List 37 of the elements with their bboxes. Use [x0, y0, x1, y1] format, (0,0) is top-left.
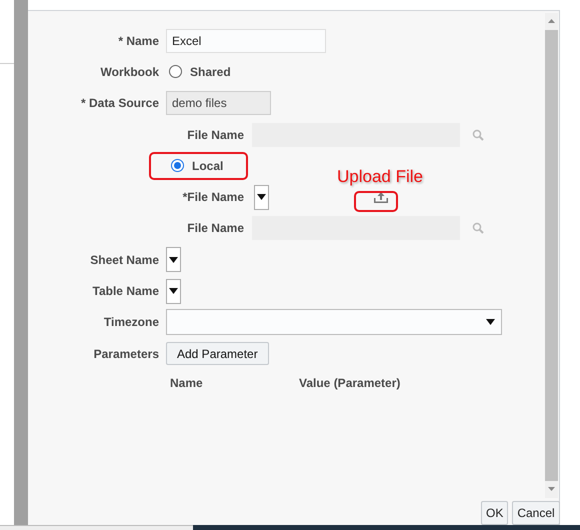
field-label: Table Name — [92, 283, 159, 300]
upload-button[interactable] — [373, 191, 389, 204]
dialog-button[interactable]: OK — [481, 501, 508, 525]
data-source-field: demo files — [166, 91, 271, 116]
upload-icon — [374, 192, 388, 204]
caret-icon — [486, 319, 495, 326]
field-label: Workbook — [100, 64, 159, 81]
field-label: *File Name — [182, 189, 244, 206]
column-header: Value (Parameter) — [299, 375, 400, 392]
name-field[interactable]: Excel — [166, 28, 326, 53]
field-label: * Name — [118, 32, 159, 50]
field-label: * Data Source — [80, 95, 159, 112]
dropdown[interactable] — [166, 247, 181, 272]
radio-button[interactable] — [169, 65, 182, 78]
scroll-up-icon[interactable] — [548, 19, 555, 23]
dropdown[interactable] — [254, 184, 269, 210]
timezone-select[interactable] — [166, 309, 502, 336]
caret-icon — [257, 194, 266, 200]
dropdown[interactable] — [166, 278, 181, 304]
field-label: File Name — [187, 126, 244, 144]
callout-label: Upload File — [337, 166, 423, 188]
radio-label: Local — [192, 158, 224, 175]
field-label: Parameters — [94, 346, 159, 363]
scroll-down-icon[interactable] — [548, 487, 555, 491]
field-label: File Name — [187, 220, 244, 238]
highlight-frame — [354, 191, 398, 212]
search-icon[interactable] — [472, 128, 484, 141]
search-icon[interactable] — [472, 222, 484, 234]
caret-icon — [169, 256, 178, 263]
dialog-button[interactable]: Cancel — [512, 501, 560, 525]
radio-label: Shared — [190, 64, 231, 81]
add-parameter-button[interactable]: Add Parameter — [166, 342, 269, 366]
column-header: Name — [170, 375, 204, 392]
field-label: Timezone — [104, 314, 159, 332]
caret-icon — [169, 288, 178, 294]
radio-button[interactable] — [171, 159, 184, 172]
field-label: Sheet Name — [90, 252, 159, 269]
